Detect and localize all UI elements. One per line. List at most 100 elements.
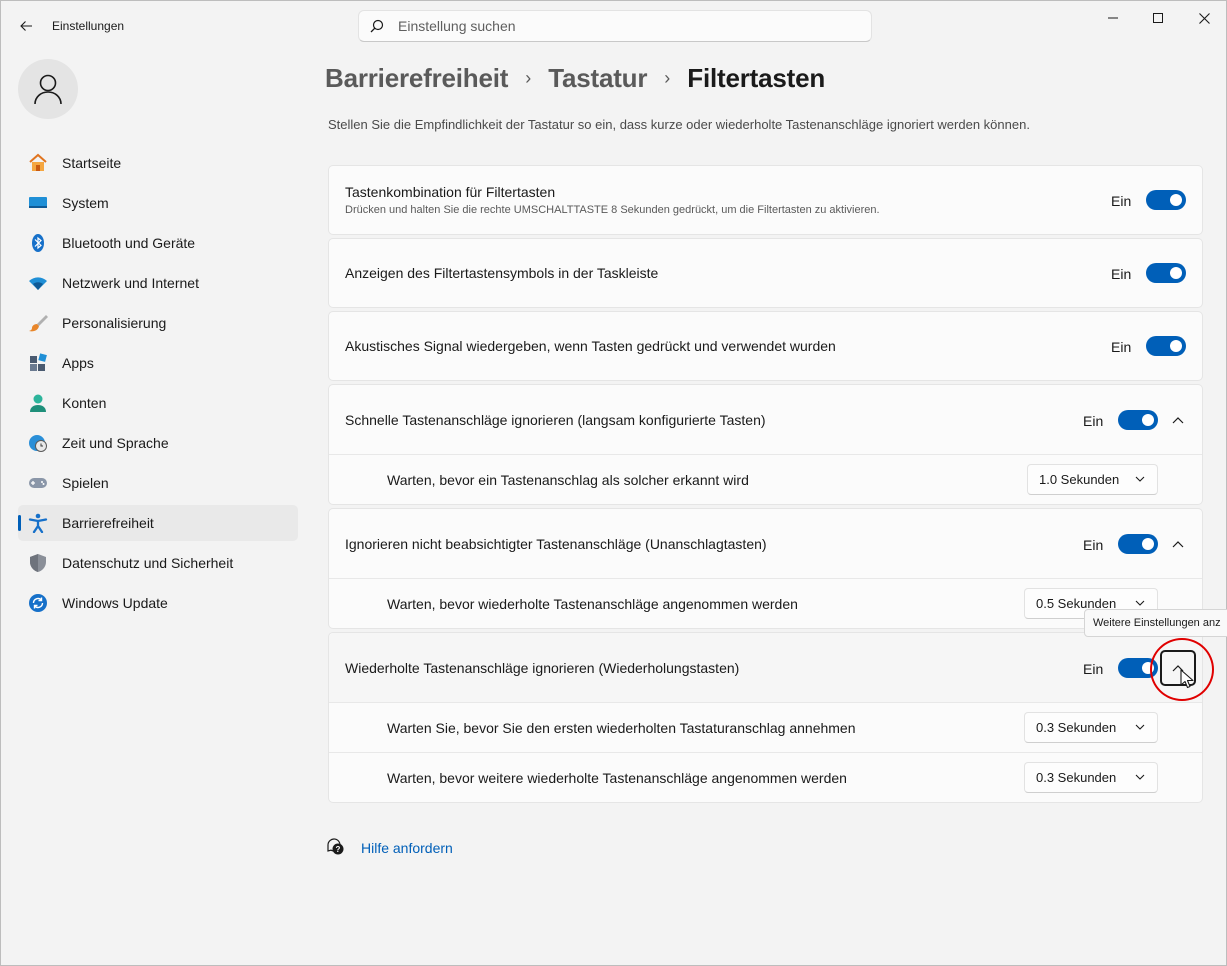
bounce-keys-toggle[interactable] xyxy=(1118,534,1158,554)
setting-title: Ignorieren nicht beabsichtigter Tastenan… xyxy=(345,535,767,552)
setting-card-sound: Akustisches Signal wiedergeben, wenn Tas… xyxy=(328,311,1203,381)
settings-window: Einstellungen Startseite xyxy=(0,0,1227,966)
toggle-state-label: Ein xyxy=(1111,266,1132,282)
sidebar-item-label: Konten xyxy=(62,395,107,411)
chevron-down-icon xyxy=(1135,721,1147,733)
update-icon xyxy=(28,593,48,613)
setting-card-shortcut: Tastenkombination für Filtertasten Drück… xyxy=(328,165,1203,235)
sub-setting-label: Warten Sie, bevor Sie den ersten wiederh… xyxy=(387,719,856,736)
setting-title: Schnelle Tastenanschläge ignorieren (lan… xyxy=(345,411,766,428)
setting-title: Tastenkombination für Filtertasten xyxy=(345,184,556,200)
back-button[interactable] xyxy=(13,13,39,39)
collapse-button[interactable] xyxy=(1160,402,1196,438)
sidebar-item-konten[interactable]: Konten xyxy=(18,385,298,421)
sidebar-item-netzwerk[interactable]: Netzwerk und Internet xyxy=(18,265,298,301)
globe-clock-icon xyxy=(28,433,48,453)
sidebar-item-system[interactable]: System xyxy=(18,185,298,221)
setting-title: Anzeigen des Filtertastensymbols in der … xyxy=(345,265,659,281)
sidebar-item-personalisierung[interactable]: Personalisierung xyxy=(18,305,298,341)
maximize-button[interactable] xyxy=(1135,7,1181,29)
sidebar-item-label: Startseite xyxy=(62,155,122,171)
sidebar-item-apps[interactable]: Apps xyxy=(18,345,298,381)
mouse-cursor-icon xyxy=(1180,669,1194,689)
collapse-button[interactable] xyxy=(1160,526,1196,562)
dropdown-value: 0.3 Sekunden xyxy=(1036,770,1117,785)
sidebar-item-label: Apps xyxy=(62,355,94,371)
sub-setting-row: Warten, bevor weitere wiederholte Tasten… xyxy=(329,752,1202,802)
sub-setting-row: Warten, bevor wiederholte Tastenanschläg… xyxy=(329,578,1202,628)
setting-row: Wiederholte Tastenanschläge ignorieren (… xyxy=(329,633,1202,702)
help-link[interactable]: Hilfe anfordern xyxy=(361,840,453,856)
chevron-up-icon xyxy=(1172,541,1184,548)
close-button[interactable] xyxy=(1181,7,1227,29)
sound-toggle[interactable] xyxy=(1146,336,1186,356)
slow-keys-delay-dropdown[interactable]: 1.0 Sekunden xyxy=(1027,464,1158,495)
help-section: ? Hilfe anfordern xyxy=(326,837,453,859)
setting-card-repeat-keys: Wiederholte Tastenanschläge ignorieren (… xyxy=(328,632,1203,803)
sub-setting-row: Warten Sie, bevor Sie den ersten wiederh… xyxy=(329,702,1202,752)
chevron-down-icon xyxy=(1135,473,1147,485)
close-icon xyxy=(1198,12,1210,24)
sidebar-item-barrierefreiheit[interactable]: Barrierefreiheit xyxy=(18,505,298,541)
setting-title: Akustisches Signal wiedergeben, wenn Tas… xyxy=(345,338,836,354)
home-icon xyxy=(28,153,48,173)
tooltip: Weitere Einstellungen anz xyxy=(1084,609,1227,637)
page-description: Stellen Sie die Empfindlichkeit der Tast… xyxy=(328,117,1030,132)
slow-keys-toggle[interactable] xyxy=(1118,410,1158,430)
gamepad-icon xyxy=(28,473,48,493)
toggle-state-label: Ein xyxy=(1111,193,1132,209)
setting-row: Ignorieren nicht beabsichtigter Tastenan… xyxy=(329,509,1202,578)
title-bar: Einstellungen xyxy=(1,1,1226,49)
sidebar-item-label: Netzwerk und Internet xyxy=(62,275,199,291)
shortcut-toggle[interactable] xyxy=(1146,190,1186,210)
taskbar-icon-toggle[interactable] xyxy=(1146,263,1186,283)
setting-subtitle: Drücken und halten Sie die rechte UMSCHA… xyxy=(345,204,880,216)
minimize-button[interactable] xyxy=(1090,7,1136,29)
minimize-icon xyxy=(1108,17,1118,19)
shield-icon xyxy=(28,553,48,573)
setting-row: Tastenkombination für Filtertasten Drück… xyxy=(329,166,1202,234)
svg-text:?: ? xyxy=(336,845,341,854)
setting-card-bounce-keys: Ignorieren nicht beabsichtigter Tastenan… xyxy=(328,508,1203,629)
breadcrumb-separator: › xyxy=(525,67,532,88)
sidebar-item-label: Personalisierung xyxy=(62,315,167,331)
avatar[interactable] xyxy=(18,59,78,119)
setting-row: Anzeigen des Filtertastensymbols in der … xyxy=(329,239,1202,307)
sidebar-item-label: Barrierefreiheit xyxy=(62,515,154,531)
search-input[interactable] xyxy=(398,18,838,34)
sidebar-item-datenschutz[interactable]: Datenschutz und Sicherheit xyxy=(18,545,298,581)
toggle-state-label: Ein xyxy=(1083,413,1104,429)
sidebar-item-spielen[interactable]: Spielen xyxy=(18,465,298,501)
breadcrumb-barrierefreiheit[interactable]: Barrierefreiheit xyxy=(325,63,508,94)
accessibility-icon xyxy=(28,513,48,533)
account-icon xyxy=(28,393,48,413)
sub-setting-label: Warten, bevor ein Tastenanschlag als sol… xyxy=(387,471,749,488)
bluetooth-icon xyxy=(28,233,48,253)
sidebar-item-windows-update[interactable]: Windows Update xyxy=(18,585,298,621)
app-title: Einstellungen xyxy=(52,19,125,33)
monitor-icon xyxy=(28,193,48,213)
setting-card-slow-keys: Schnelle Tastenanschläge ignorieren (lan… xyxy=(328,384,1203,505)
sidebar-item-bluetooth[interactable]: Bluetooth und Geräte xyxy=(18,225,298,261)
help-icon: ? xyxy=(326,837,345,859)
toggle-state-label: Ein xyxy=(1083,661,1104,677)
search-box[interactable] xyxy=(358,10,872,42)
sidebar-item-label: Datenschutz und Sicherheit xyxy=(62,555,234,571)
arrow-left-icon xyxy=(20,21,32,31)
toggle-state-label: Ein xyxy=(1083,537,1104,553)
repeat-first-delay-dropdown[interactable]: 0.3 Sekunden xyxy=(1024,712,1158,743)
sidebar-item-label: Zeit und Sprache xyxy=(62,435,169,451)
wifi-icon xyxy=(28,273,48,293)
breadcrumb-separator: › xyxy=(664,67,671,88)
setting-title: Wiederholte Tastenanschläge ignorieren (… xyxy=(345,659,740,676)
repeat-further-delay-dropdown[interactable]: 0.3 Sekunden xyxy=(1024,762,1158,793)
sub-setting-label: Warten, bevor wiederholte Tastenanschläg… xyxy=(387,595,798,612)
breadcrumb-tastatur[interactable]: Tastatur xyxy=(548,63,647,94)
toggle-state-label: Ein xyxy=(1111,339,1132,355)
dropdown-value: 1.0 Sekunden xyxy=(1039,472,1120,487)
sidebar-item-label: Spielen xyxy=(62,475,109,491)
sidebar-item-startseite[interactable]: Startseite xyxy=(18,145,298,181)
setting-card-taskbar-icon: Anzeigen des Filtertastensymbols in der … xyxy=(328,238,1203,308)
sidebar-item-zeit-sprache[interactable]: Zeit und Sprache xyxy=(18,425,298,461)
apps-icon xyxy=(28,353,48,373)
